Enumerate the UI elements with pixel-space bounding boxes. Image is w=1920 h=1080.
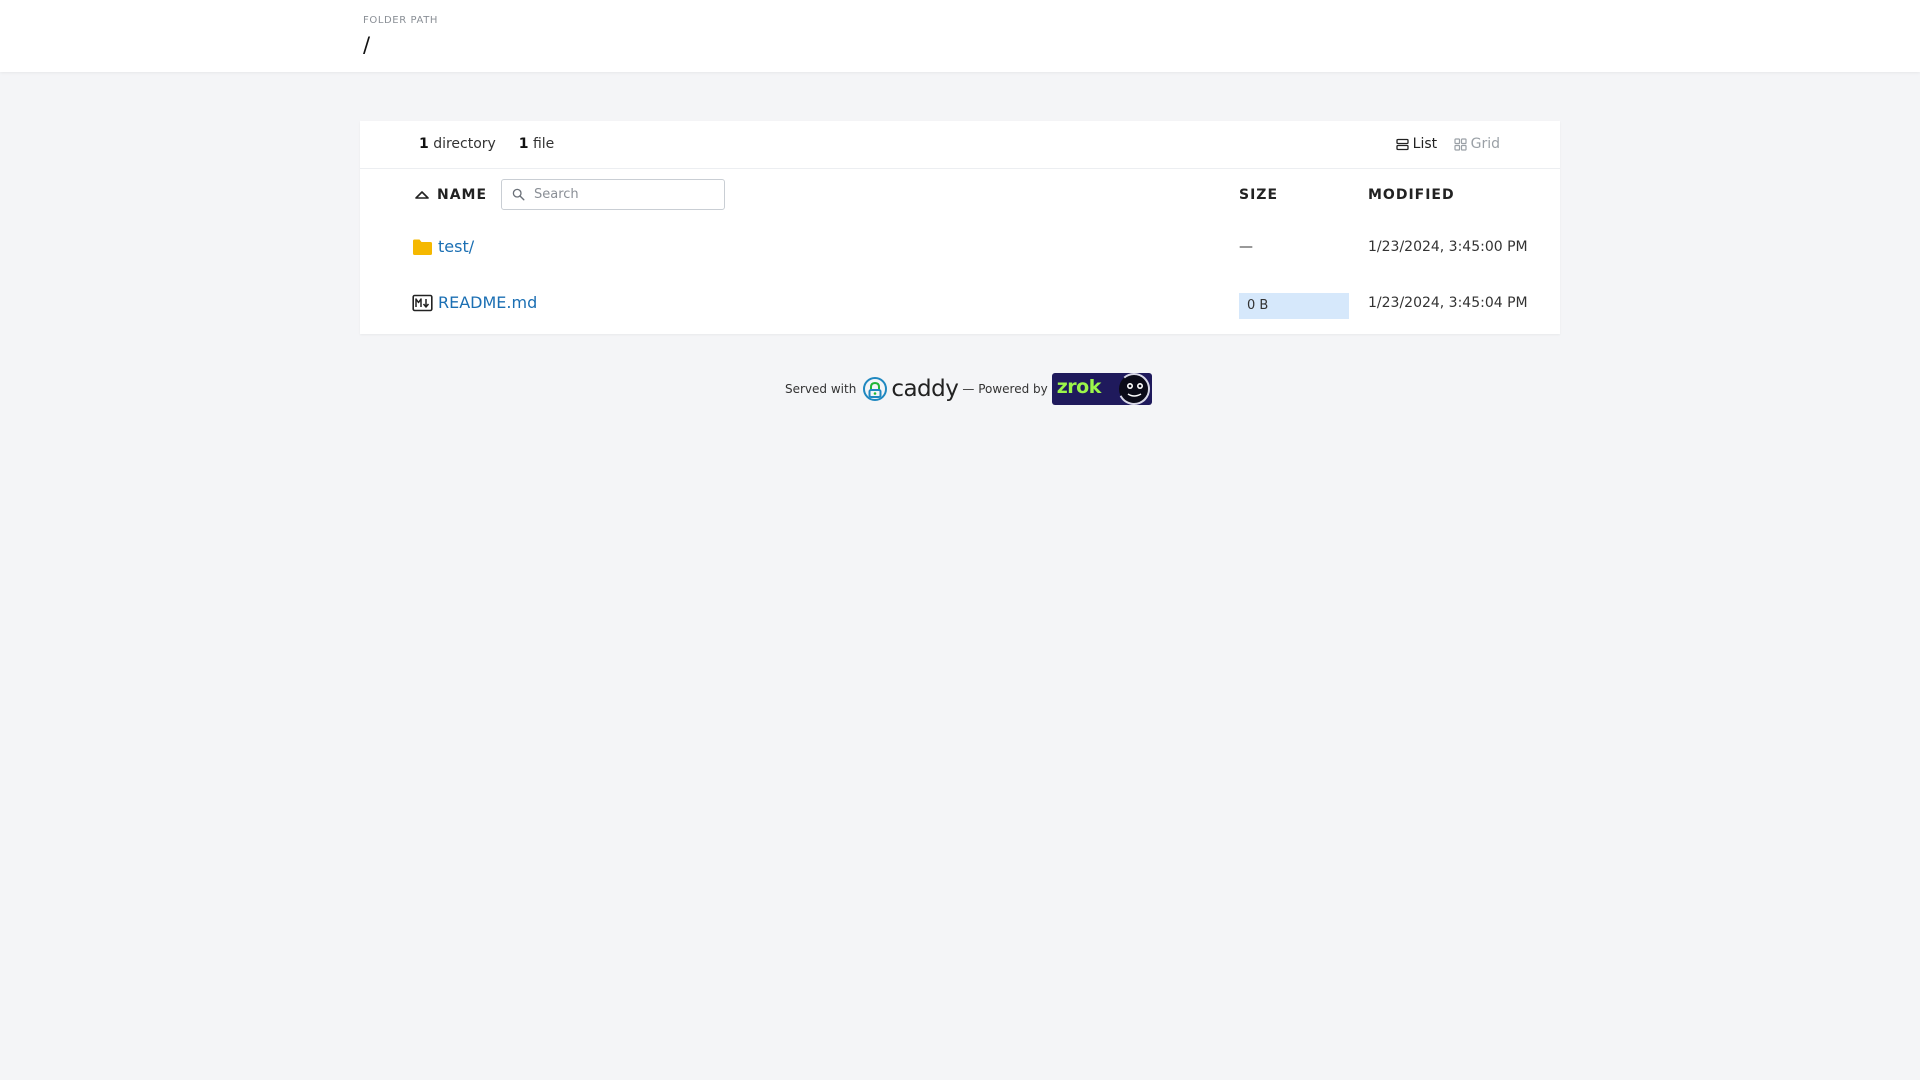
served-with-text: Served with [785, 382, 857, 396]
list-view-button[interactable]: List [1396, 136, 1437, 152]
name-cell: test/ [412, 237, 474, 256]
name-column-label: NAME [437, 187, 488, 203]
footer: Served with caddy — Powered by zrok [785, 373, 1152, 405]
size-cell: — [1239, 239, 1253, 255]
list-view-label: List [1412, 136, 1438, 152]
directory-count: 1 [419, 136, 429, 152]
zrok-wordmark: zrok [1056, 376, 1102, 398]
table-row[interactable]: test/ — 1/23/2024, 3:45:00 PM [360, 227, 1560, 271]
zrok-logo-link[interactable]: zrok [1051, 373, 1152, 405]
search-input[interactable] [534, 180, 714, 209]
name-cell: README.md [412, 293, 537, 312]
size-bar: 0 B [1239, 293, 1349, 319]
caddy-wordmark: caddy [891, 376, 959, 402]
modified-column-header[interactable]: MODIFIED [1368, 187, 1455, 203]
grid-view-icon [1454, 137, 1467, 151]
summary-bar: 1 directory 1 file List Grid [360, 121, 1560, 169]
file-count: 1 [518, 136, 529, 152]
powered-by-text: — Powered by [962, 382, 1048, 396]
zrok-mascot-icon [1117, 373, 1150, 405]
caddy-logo-icon [863, 377, 888, 401]
modified-cell: 1/23/2024, 3:45:04 PM [1368, 295, 1528, 311]
name-column-header[interactable]: NAME [415, 187, 487, 203]
search-box [501, 179, 725, 210]
caddy-logo-link[interactable]: caddy [862, 376, 959, 402]
markdown-file-icon [412, 294, 433, 311]
folder-path-label: FOLDER PATH [363, 15, 439, 26]
top-bar: FOLDER PATH / [0, 0, 1920, 72]
view-switch: List Grid [1384, 136, 1500, 155]
modified-cell: 1/23/2024, 3:45:00 PM [1368, 239, 1528, 255]
size-column-header[interactable]: SIZE [1239, 187, 1278, 203]
directory-count-label: directory [433, 136, 496, 152]
folder-icon [413, 239, 432, 255]
list-view-icon [1396, 138, 1409, 150]
folder-path-value[interactable]: / [363, 33, 370, 57]
entry-link[interactable]: README.md [438, 293, 537, 312]
file-count-label: file [532, 136, 555, 152]
listing-summary: 1 directory 1 file [419, 136, 554, 152]
search-icon [512, 188, 525, 201]
table-row[interactable]: README.md 0 B 1/23/2024, 3:45:04 PM [360, 283, 1560, 327]
sort-ascending-icon [415, 191, 429, 199]
grid-view-label: Grid [1470, 136, 1500, 152]
size-cell: 0 B [1247, 298, 1269, 313]
grid-view-button[interactable]: Grid [1454, 136, 1500, 152]
entry-link[interactable]: test/ [438, 237, 474, 256]
